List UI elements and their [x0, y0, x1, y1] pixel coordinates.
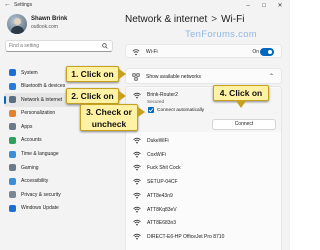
connect-automatically-checkbox[interactable] [148, 107, 154, 113]
connect-button[interactable]: Connect [212, 119, 276, 130]
gaming-icon [9, 164, 16, 172]
wifi-signal-icon [133, 206, 141, 212]
callout-step-2-arrow [119, 91, 126, 101]
bluetooth-icon [9, 82, 16, 90]
sidebar-item-label: Accounts [21, 137, 42, 144]
network-name: DIRECT-E6-HP OfficeJet Pro 8710 [147, 233, 225, 240]
accessibility-icon [9, 177, 16, 185]
sidebar-item-label: Personalization [21, 110, 56, 117]
network-item[interactable]: ATT8E683n3 [126, 216, 281, 230]
sidebar-item-label: Windows Update [21, 205, 59, 212]
network-item[interactable]: ATT8e43n9 [126, 189, 281, 203]
settings-window: ← Settings – □ ✕ Shawn Brink outlook.com… [0, 0, 290, 250]
wifi-signal-icon [133, 192, 141, 199]
wifi-toggle-switch[interactable] [260, 48, 274, 56]
close-icon[interactable]: ✕ [272, 1, 288, 11]
sidebar-item-label: Apps [21, 123, 33, 130]
sidebar-item-windows-update[interactable]: Windows Update [4, 202, 116, 216]
title-bar: ← Settings – □ ✕ [0, 0, 290, 12]
breadcrumb-parent[interactable]: Network & internet [125, 14, 207, 25]
sidebar-item-time-language[interactable]: Time & language [4, 148, 116, 162]
search-box [5, 40, 113, 52]
page-title: Wi-Fi [221, 14, 245, 25]
watermark: TenForums.com [185, 29, 258, 40]
selected-network-name: Brink-Router2 [147, 92, 178, 98]
sidebar-item-label: Gaming [21, 164, 39, 171]
wifi-signal-icon [133, 219, 141, 226]
callout-step-4: 4. Click on [213, 85, 269, 101]
network-item[interactable]: ATT8Kq83eV [126, 203, 281, 217]
network-item[interactable]: Fuck Shit Cock [126, 161, 281, 175]
wifi-signal-icon [133, 178, 141, 185]
network-item[interactable]: DukeWiFi [126, 134, 281, 148]
network-icon [9, 96, 16, 104]
back-arrow-icon[interactable]: ← [4, 1, 11, 8]
user-email: outlook.com [31, 24, 58, 30]
callout-step-3: 3. Check or uncheck [80, 104, 138, 131]
brush-icon [9, 109, 16, 117]
wifi-label: Wi-Fi [146, 49, 158, 55]
show-networks-label: Show available networks [146, 74, 202, 80]
network-name: ATT8e43n9 [147, 192, 173, 199]
network-name: SETUP-04CF [147, 179, 178, 186]
sidebar-item-label: Time & language [21, 151, 59, 158]
search-input[interactable] [9, 41, 99, 51]
search-icon[interactable] [102, 43, 108, 49]
callout-step-1-arrow [119, 69, 126, 79]
callout-step-1: 1. Click on [66, 66, 119, 82]
clock-icon [9, 150, 16, 158]
network-name: ATT8Kq83eV [147, 206, 177, 213]
apps-icon [9, 123, 16, 131]
sidebar-item-privacy[interactable]: Privacy & security [4, 188, 116, 202]
callout-step-3-arrow [138, 107, 145, 117]
app-title: Settings [14, 2, 33, 8]
wifi-signal-icon [133, 233, 141, 240]
sidebar-item-accessibility[interactable]: Accessibility [4, 175, 116, 189]
user-name: Shawn Brink [31, 16, 68, 22]
system-icon [9, 69, 16, 76]
breadcrumb: Network & internet > Wi-Fi [125, 14, 244, 25]
wifi-signal-icon [133, 151, 141, 158]
network-item[interactable]: CoxWiFi [126, 148, 281, 162]
network-name: ATT8E683n3 [147, 220, 177, 227]
wifi-secured-icon [133, 92, 141, 99]
networks-list-icon [132, 73, 140, 81]
sidebar-item-accounts[interactable]: Accounts [4, 134, 116, 148]
callout-step-3-line-2: uncheck [91, 119, 127, 129]
network-name: Fuck Shit Cock [147, 165, 181, 172]
chevron-up-icon[interactable]: ⌃ [269, 73, 274, 80]
sidebar-item-label: System [21, 69, 38, 76]
selected-network-status: Secured [147, 99, 165, 104]
sidebar-item-label: Accessibility [21, 178, 49, 185]
wifi-signal-icon [133, 137, 141, 144]
wifi-icon [132, 49, 140, 56]
network-name: CoxWiFi [147, 151, 166, 158]
wifi-state: On [252, 49, 259, 55]
network-item[interactable]: DIRECT-E6-HP OfficeJet Pro 8710 [126, 230, 281, 244]
sidebar-item-label: Network & internet [21, 96, 63, 103]
network-list: Brink-Router2 Secured Connect automatica… [125, 86, 282, 250]
avatar[interactable] [7, 14, 27, 34]
wifi-signal-icon [133, 165, 141, 171]
callout-step-4-arrow [236, 101, 246, 108]
minimize-icon[interactable]: – [240, 1, 256, 11]
update-icon [9, 204, 16, 212]
maximize-icon[interactable]: □ [256, 1, 272, 11]
breadcrumb-separator: > [211, 14, 218, 25]
show-available-networks-row[interactable]: Show available networks ⌃ [125, 68, 282, 84]
network-item[interactable]: SETUP-04CF [126, 175, 281, 189]
connect-automatically-label[interactable]: Connect automatically [157, 108, 204, 113]
shield-icon [9, 191, 16, 199]
sidebar-item-label: Privacy & security [21, 191, 61, 198]
sidebar-item-label: Bluetooth & devices [21, 83, 66, 90]
wifi-toggle-row[interactable]: Wi-Fi On [125, 44, 282, 58]
sidebar-item-gaming[interactable]: Gaming [4, 161, 116, 175]
accounts-icon [9, 136, 16, 144]
callout-step-3-line-1: 3. Check or [86, 107, 132, 117]
callout-step-2: 2. Click on [66, 88, 119, 104]
network-name: DukeWiFi [147, 138, 169, 144]
